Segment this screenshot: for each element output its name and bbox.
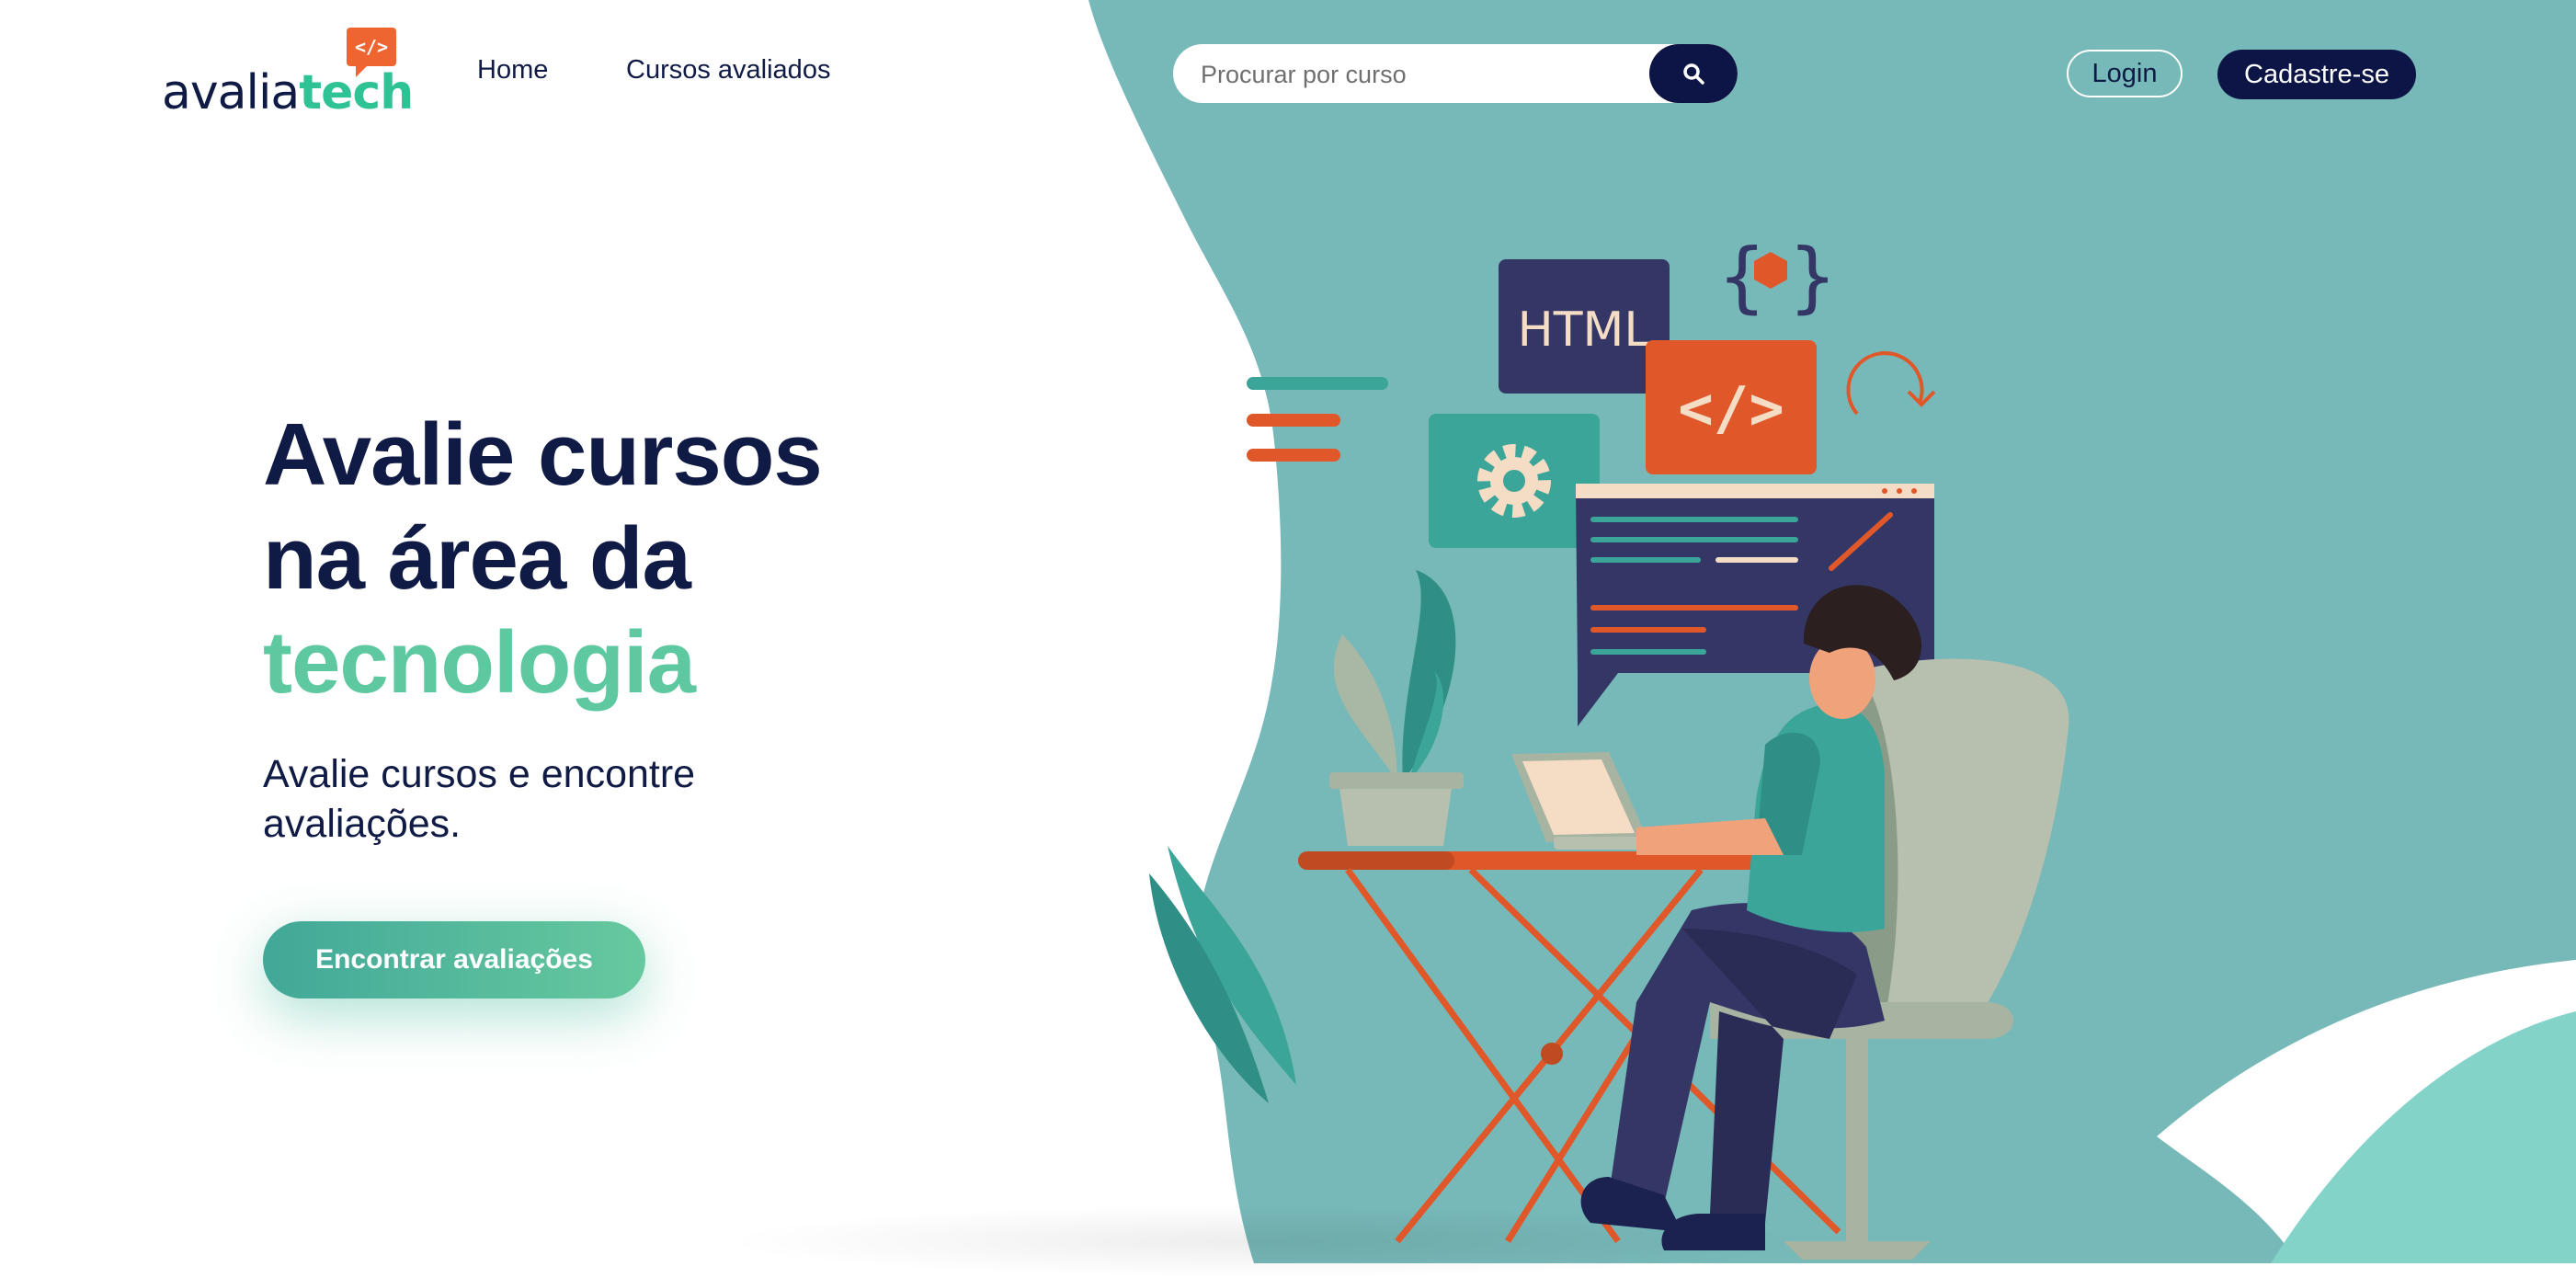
hero-title-line1: Avalie cursos <box>263 405 823 504</box>
html-card-label: HTML <box>1518 302 1651 358</box>
code-card: </> <box>1646 340 1817 474</box>
code-bubble-icon: </> <box>347 28 396 77</box>
html-card: HTML <box>1499 259 1670 394</box>
search-input[interactable] <box>1199 44 1607 103</box>
gear-card <box>1429 414 1600 548</box>
potted-plant-icon <box>1329 570 1464 846</box>
search-button[interactable] <box>1649 44 1738 103</box>
svg-text:}: } <box>1788 232 1837 322</box>
signup-button[interactable]: Cadastre-se <box>2217 50 2416 99</box>
brand-wordmark: avaliatech <box>162 64 414 121</box>
person-figure <box>1580 585 1921 1250</box>
login-button[interactable]: Login <box>2067 50 2183 97</box>
floor-plant-icon <box>1149 846 1296 1103</box>
refresh-icon <box>1846 351 1936 416</box>
brand-name-part1: avalia <box>162 65 300 120</box>
hero-title-highlight: tecnologia <box>263 613 696 712</box>
nav-home-link[interactable]: Home <box>477 55 548 86</box>
search-icon <box>1683 63 1704 85</box>
code-card-label: </> <box>1678 375 1784 443</box>
braces-icon: { } <box>1717 232 1837 322</box>
hero-title: Avalie cursos na área da tecnologia <box>263 403 823 714</box>
find-reviews-button[interactable]: Encontrar avaliações <box>263 921 645 998</box>
search-bar <box>1173 44 1738 103</box>
nav-cursos-avaliados-link[interactable]: Cursos avaliados <box>626 55 830 86</box>
hero-title-line2: na área da <box>263 509 691 608</box>
developer-illustration: HTML { } </> <box>1149 232 2069 1260</box>
decorative-lines-icon <box>1247 377 1388 462</box>
brand-logo[interactable]: </> avaliatech <box>162 28 414 121</box>
brand-name-part2: tech <box>299 65 414 120</box>
hero-subtitle: Avalie cursos e encontre avaliações. <box>263 752 696 846</box>
